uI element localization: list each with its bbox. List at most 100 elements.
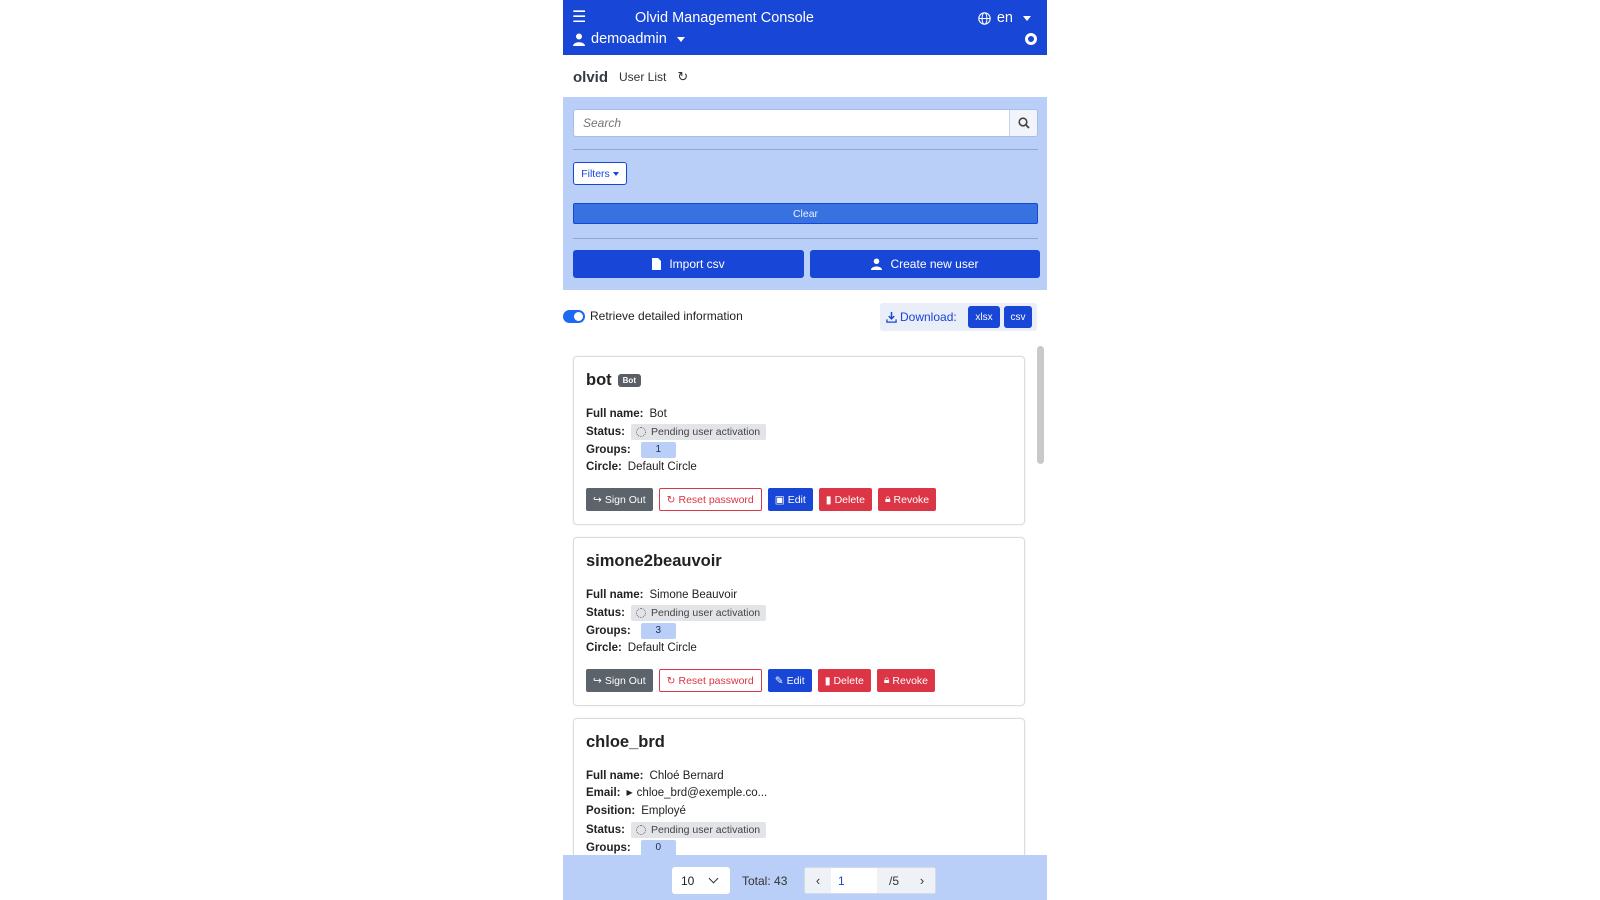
divider xyxy=(573,238,1038,239)
delete-button[interactable]: ▮ Delete xyxy=(817,669,871,692)
breadcrumb-brand[interactable]: olvid xyxy=(573,69,608,86)
refresh-icon: ↻ xyxy=(666,674,676,687)
chevron-down-icon xyxy=(1023,15,1031,21)
delete-label: Delete xyxy=(834,493,865,506)
sign-out-button[interactable]: ↪ Sign Out xyxy=(586,488,653,511)
user-icon xyxy=(871,258,883,270)
email-label: Email: xyxy=(586,787,621,799)
status-value: Pending user activation xyxy=(650,607,761,619)
lock-icon: 🔒︎ xyxy=(883,674,890,686)
search-input[interactable] xyxy=(574,110,1011,136)
chevron-down-icon xyxy=(612,171,619,176)
user-edit-icon: ✎ xyxy=(774,674,784,687)
user-username[interactable]: chloe_brd xyxy=(586,733,665,752)
divider xyxy=(573,149,1038,150)
circle-value: Default Circle xyxy=(627,461,697,473)
edit-button[interactable]: ▣ Edit xyxy=(767,488,813,511)
filters-label: Filters xyxy=(581,167,610,180)
groups-badge: 1 xyxy=(640,442,676,458)
user-card-title: bot Bot xyxy=(586,371,641,390)
page-number-input[interactable] xyxy=(831,868,877,893)
sign-out-button[interactable]: ↪ Sign Out xyxy=(586,669,653,692)
create-user-button[interactable]: Create new user xyxy=(810,250,1040,278)
download-xlsx-button[interactable]: xlsx xyxy=(968,306,1000,328)
scrollbar-thumb[interactable] xyxy=(1037,346,1044,464)
chevron-right-icon[interactable]: › xyxy=(909,868,935,893)
user-actions: ↪ Sign Out ↻ Reset password ✎ Edit ▮ Delete … xyxy=(586,669,936,692)
breadcrumb-page: User List xyxy=(619,70,667,84)
pagination-footer: 10 Total: 43 ‹ /5 › xyxy=(563,855,1047,900)
status-row: Status: Pending user activation xyxy=(586,605,767,621)
groups-badge: 3 xyxy=(640,623,676,639)
status-value: Pending user activation xyxy=(650,824,761,836)
search-box xyxy=(573,109,1038,137)
app-title: Olvid Management Console xyxy=(635,10,814,26)
user-menu[interactable]: demoadmin xyxy=(573,30,685,48)
status-badge: Pending user activation xyxy=(630,424,767,440)
spinner-icon xyxy=(635,427,646,437)
globe-icon xyxy=(978,11,991,25)
revoke-button[interactable]: 🔒︎ Revoke xyxy=(876,669,936,692)
edit-label: Edit xyxy=(787,493,806,506)
language-selector[interactable]: en xyxy=(978,9,1031,27)
spinner-icon xyxy=(635,825,646,835)
spinner-icon xyxy=(635,608,646,618)
circle-row: Circle: Default Circle xyxy=(586,641,697,655)
filters-dropdown-button[interactable]: Filters xyxy=(573,162,627,185)
reset-password-button[interactable]: ↻ Reset password xyxy=(658,488,762,511)
language-label: en xyxy=(996,10,1013,26)
user-username[interactable]: bot xyxy=(586,371,612,390)
trash-icon: ▮ xyxy=(825,493,832,506)
position-value: Employé xyxy=(641,805,686,817)
user-card: bot Bot Full name: Bot Status: Pending use… xyxy=(573,356,1025,525)
circle-label: Circle: xyxy=(586,461,622,473)
download-label-wrap: Download: xyxy=(886,310,957,324)
chevron-down-icon xyxy=(676,36,685,42)
breadcrumb: olvid User List ↻ xyxy=(573,67,688,87)
download-csv-button[interactable]: csv xyxy=(1004,306,1032,328)
full-name-row: Full name: Bot xyxy=(586,407,667,421)
email-value[interactable]: chloe_brd@exemple.co... xyxy=(637,786,768,800)
status-label: Status: xyxy=(586,824,625,836)
lock-icon: 🔒︎ xyxy=(884,493,891,505)
groups-label: Groups: xyxy=(586,842,631,854)
edit-button[interactable]: ✎ Edit xyxy=(767,669,812,692)
page-size-select[interactable]: 10 xyxy=(672,867,730,894)
detailed-info-toggle[interactable] xyxy=(563,310,585,323)
email-row: Email: ▶ chloe_brd@exemple.co... xyxy=(586,786,767,800)
clear-button[interactable]: Clear xyxy=(573,203,1038,224)
detailed-info-label: Retrieve detailed information xyxy=(590,309,743,323)
user-username[interactable]: simone2beauvoir xyxy=(586,552,722,571)
user-card: simone2beauvoir Full name: Simone Beauvoi… xyxy=(573,537,1025,706)
chevron-left-icon[interactable]: ‹ xyxy=(805,868,831,893)
hamburger-menu-icon[interactable]: ☰ xyxy=(572,10,586,26)
username-label: demoadmin xyxy=(591,31,667,47)
search-button[interactable] xyxy=(1009,110,1037,136)
bot-badge: Bot xyxy=(617,374,641,387)
user-icon xyxy=(573,33,585,46)
import-csv-button[interactable]: Import csv xyxy=(573,250,804,278)
refresh-icon[interactable]: ↻ xyxy=(677,69,688,85)
total-count: Total: 43 xyxy=(742,874,788,888)
caret-right-icon[interactable]: ▶ xyxy=(627,786,633,800)
revoke-label: Revoke xyxy=(892,674,929,687)
download-label: Download: xyxy=(900,310,957,324)
page-size-value: 10 xyxy=(681,873,695,888)
chevron-down-icon xyxy=(708,873,719,884)
reset-password-button[interactable]: ↻ Reset password xyxy=(658,669,762,692)
download-group: Download: xlsx csv xyxy=(880,303,1037,331)
full-name-row: Full name: Chloé Bernard xyxy=(586,769,724,783)
app-viewport: ☰ Olvid Management Console en demoadmin … xyxy=(563,0,1047,900)
status-label: Status: xyxy=(586,607,625,619)
revoke-button[interactable]: 🔒︎ Revoke xyxy=(877,488,937,511)
status-circle-icon[interactable] xyxy=(1025,33,1037,45)
reset-password-label: Reset password xyxy=(678,674,754,687)
sign-out-icon: ↪ xyxy=(593,493,602,506)
delete-button[interactable]: ▮ Delete xyxy=(818,488,872,511)
status-value: Pending user activation xyxy=(650,426,761,438)
reset-password-label: Reset password xyxy=(678,493,754,506)
pager: ‹ /5 › xyxy=(804,867,936,894)
full-name-row: Full name: Simone Beauvoir xyxy=(586,588,737,602)
groups-row: Groups: 0 xyxy=(586,840,676,856)
import-csv-label: Import csv xyxy=(669,257,725,271)
